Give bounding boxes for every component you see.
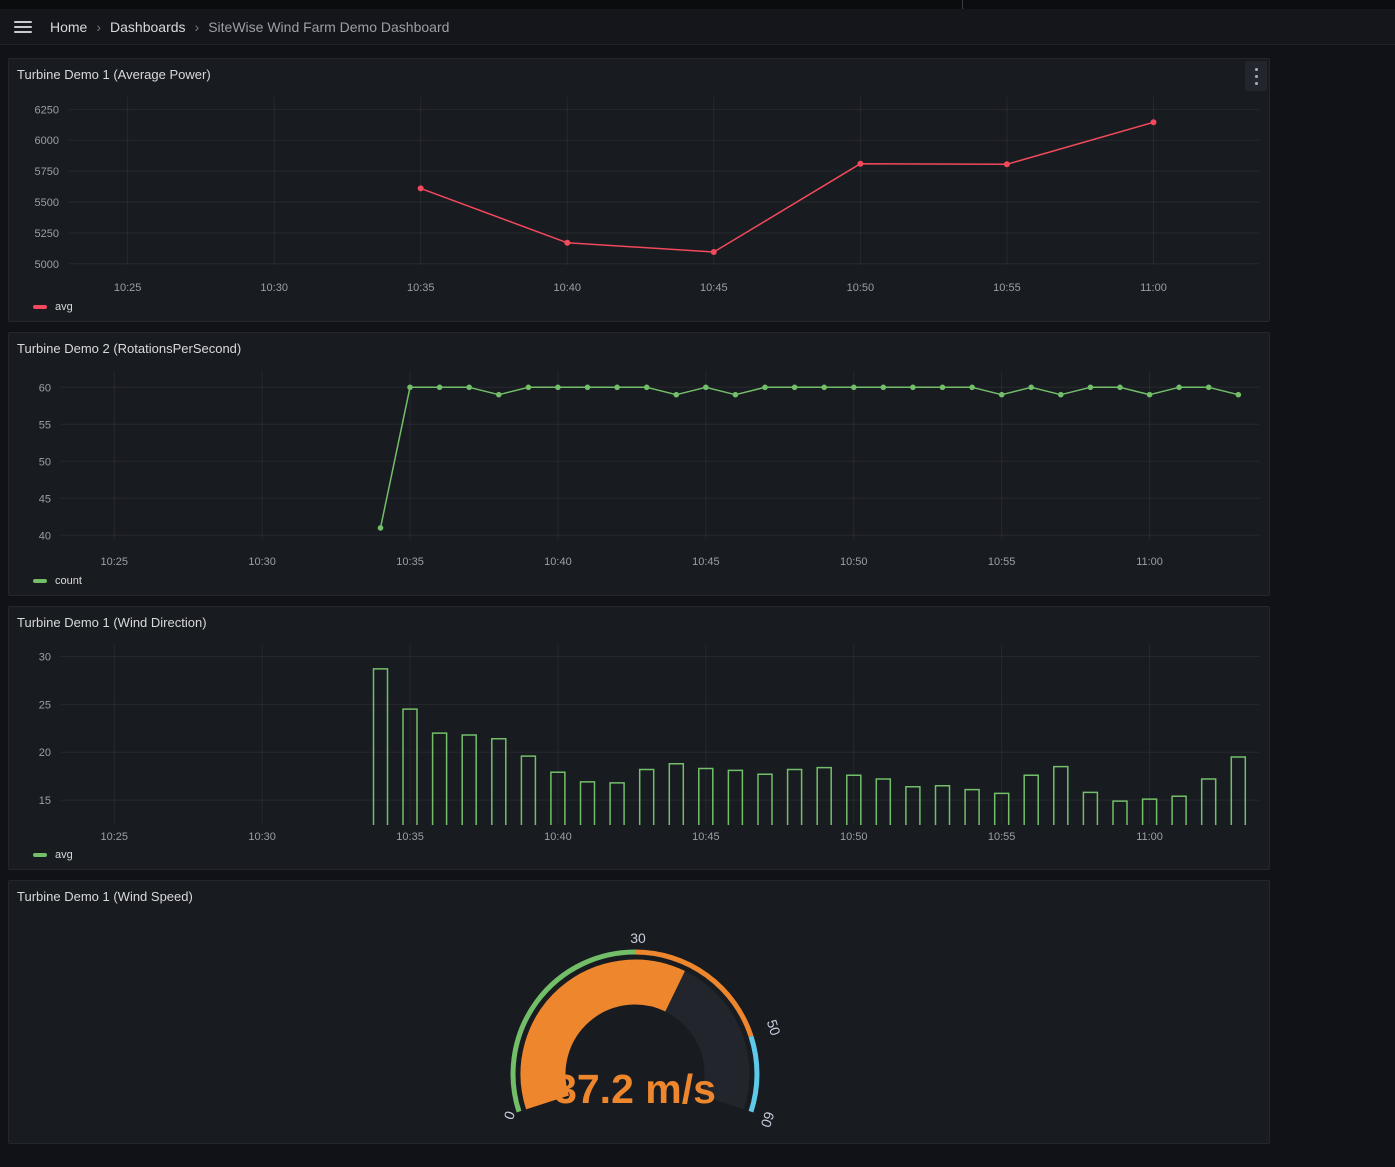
svg-text:10:50: 10:50 <box>840 831 868 843</box>
svg-text:10:25: 10:25 <box>114 282 142 294</box>
svg-text:10:30: 10:30 <box>248 831 276 843</box>
svg-text:55: 55 <box>39 419 51 431</box>
legend-series-marker <box>33 853 47 857</box>
svg-text:50: 50 <box>39 456 51 468</box>
svg-text:10:40: 10:40 <box>554 282 582 294</box>
svg-text:10:35: 10:35 <box>396 831 424 843</box>
legend-series-label: avg <box>55 849 73 861</box>
legend-series-label: avg <box>55 301 73 313</box>
svg-text:60: 60 <box>758 1110 778 1130</box>
svg-text:5250: 5250 <box>35 228 59 240</box>
hamburger-icon <box>14 21 32 23</box>
svg-text:10:25: 10:25 <box>100 556 128 568</box>
average-power-chart[interactable]: 10:25 10:30 10:35 10:40 10:45 10:50 10:55 11:00… <box>17 89 1263 295</box>
svg-text:60: 60 <box>39 382 51 394</box>
svg-text:10:50: 10:50 <box>847 282 875 294</box>
kebab-icon <box>1255 68 1258 71</box>
svg-text:40: 40 <box>39 530 51 542</box>
svg-text:10:45: 10:45 <box>692 831 720 843</box>
rotations-chart[interactable]: 10:25 10:30 10:35 10:40 10:45 10:50 10:55 11:00… <box>17 363 1263 569</box>
svg-text:20: 20 <box>39 747 51 759</box>
svg-text:10:50: 10:50 <box>840 556 868 568</box>
dashboard-content: Turbine Demo 1 (Average Power) 10:25 10:3… <box>0 44 1395 1144</box>
legend-series-label: count <box>55 575 82 587</box>
svg-text:10:35: 10:35 <box>407 282 435 294</box>
chevron-right-icon: › <box>195 19 200 35</box>
svg-text:6250: 6250 <box>35 104 59 116</box>
svg-text:10:45: 10:45 <box>692 556 720 568</box>
panel-menu-button[interactable] <box>1245 61 1267 91</box>
svg-text:25: 25 <box>39 699 51 711</box>
breadcrumb: Home › Dashboards › SiteWise Wind Farm D… <box>50 19 449 35</box>
panel-title[interactable]: Turbine Demo 1 (Average Power) <box>17 67 211 83</box>
wind-speed-gauge[interactable]: 0 30 50 60 37.2 m/s <box>17 911 1263 1139</box>
svg-text:11:00: 11:00 <box>1140 282 1167 294</box>
legend-series-marker <box>33 579 47 583</box>
svg-text:10:55: 10:55 <box>988 556 1016 568</box>
svg-text:15: 15 <box>39 795 51 807</box>
legend-item-avg[interactable]: avg <box>33 299 1261 315</box>
svg-text:5500: 5500 <box>35 197 59 209</box>
svg-text:10:40: 10:40 <box>544 556 572 568</box>
svg-text:10:25: 10:25 <box>100 831 128 843</box>
panel-title[interactable]: Turbine Demo 1 (Wind Speed) <box>17 889 193 905</box>
chevron-right-icon: › <box>96 19 101 35</box>
panel-title[interactable]: Turbine Demo 1 (Wind Direction) <box>17 615 207 631</box>
svg-text:11:00: 11:00 <box>1136 831 1163 843</box>
svg-text:37.2 m/s: 37.2 m/s <box>554 1066 716 1112</box>
svg-text:5750: 5750 <box>35 166 59 178</box>
svg-text:5000: 5000 <box>35 259 59 271</box>
svg-text:10:40: 10:40 <box>544 831 572 843</box>
breadcrumb-current: SiteWise Wind Farm Demo Dashboard <box>208 19 449 35</box>
svg-text:50: 50 <box>764 1018 784 1038</box>
svg-text:10:55: 10:55 <box>988 831 1016 843</box>
panel-wind-direction: Turbine Demo 1 (Wind Direction) 10:2510:… <box>8 606 1270 870</box>
breadcrumb-dashboards[interactable]: Dashboards <box>110 19 186 35</box>
wind-direction-chart[interactable]: 10:25 10:30 10:35 10:40 10:45 10:50 10:55 11:00… <box>17 637 1263 843</box>
legend-item-avg[interactable]: avg <box>33 847 1261 863</box>
legend-series-marker <box>33 305 47 309</box>
svg-text:30: 30 <box>630 930 646 946</box>
svg-text:10:30: 10:30 <box>248 556 276 568</box>
svg-text:10:35: 10:35 <box>396 556 424 568</box>
panel-rotations-per-second: Turbine Demo 2 (RotationsPerSecond) 10:2… <box>8 332 1270 596</box>
svg-text:45: 45 <box>39 493 51 505</box>
svg-text:10:30: 10:30 <box>260 282 288 294</box>
nav-bar: Home › Dashboards › SiteWise Wind Farm D… <box>0 9 1395 45</box>
svg-text:30: 30 <box>39 651 51 663</box>
legend-item-count[interactable]: count <box>33 573 1261 589</box>
panel-average-power: Turbine Demo 1 (Average Power) 10:25 10:3… <box>8 58 1270 322</box>
svg-text:6000: 6000 <box>35 135 59 147</box>
panel-wind-speed: Turbine Demo 1 (Wind Speed) 0 30 50 60 37.2 … <box>8 880 1270 1144</box>
svg-text:0: 0 <box>500 1109 518 1122</box>
svg-text:11:00: 11:00 <box>1136 556 1163 568</box>
panel-title[interactable]: Turbine Demo 2 (RotationsPerSecond) <box>17 341 241 357</box>
menu-toggle-button[interactable] <box>10 17 36 37</box>
svg-text:10:45: 10:45 <box>700 282 728 294</box>
top-strip <box>0 0 1395 9</box>
breadcrumb-home[interactable]: Home <box>50 19 87 35</box>
svg-text:10:55: 10:55 <box>993 282 1021 294</box>
